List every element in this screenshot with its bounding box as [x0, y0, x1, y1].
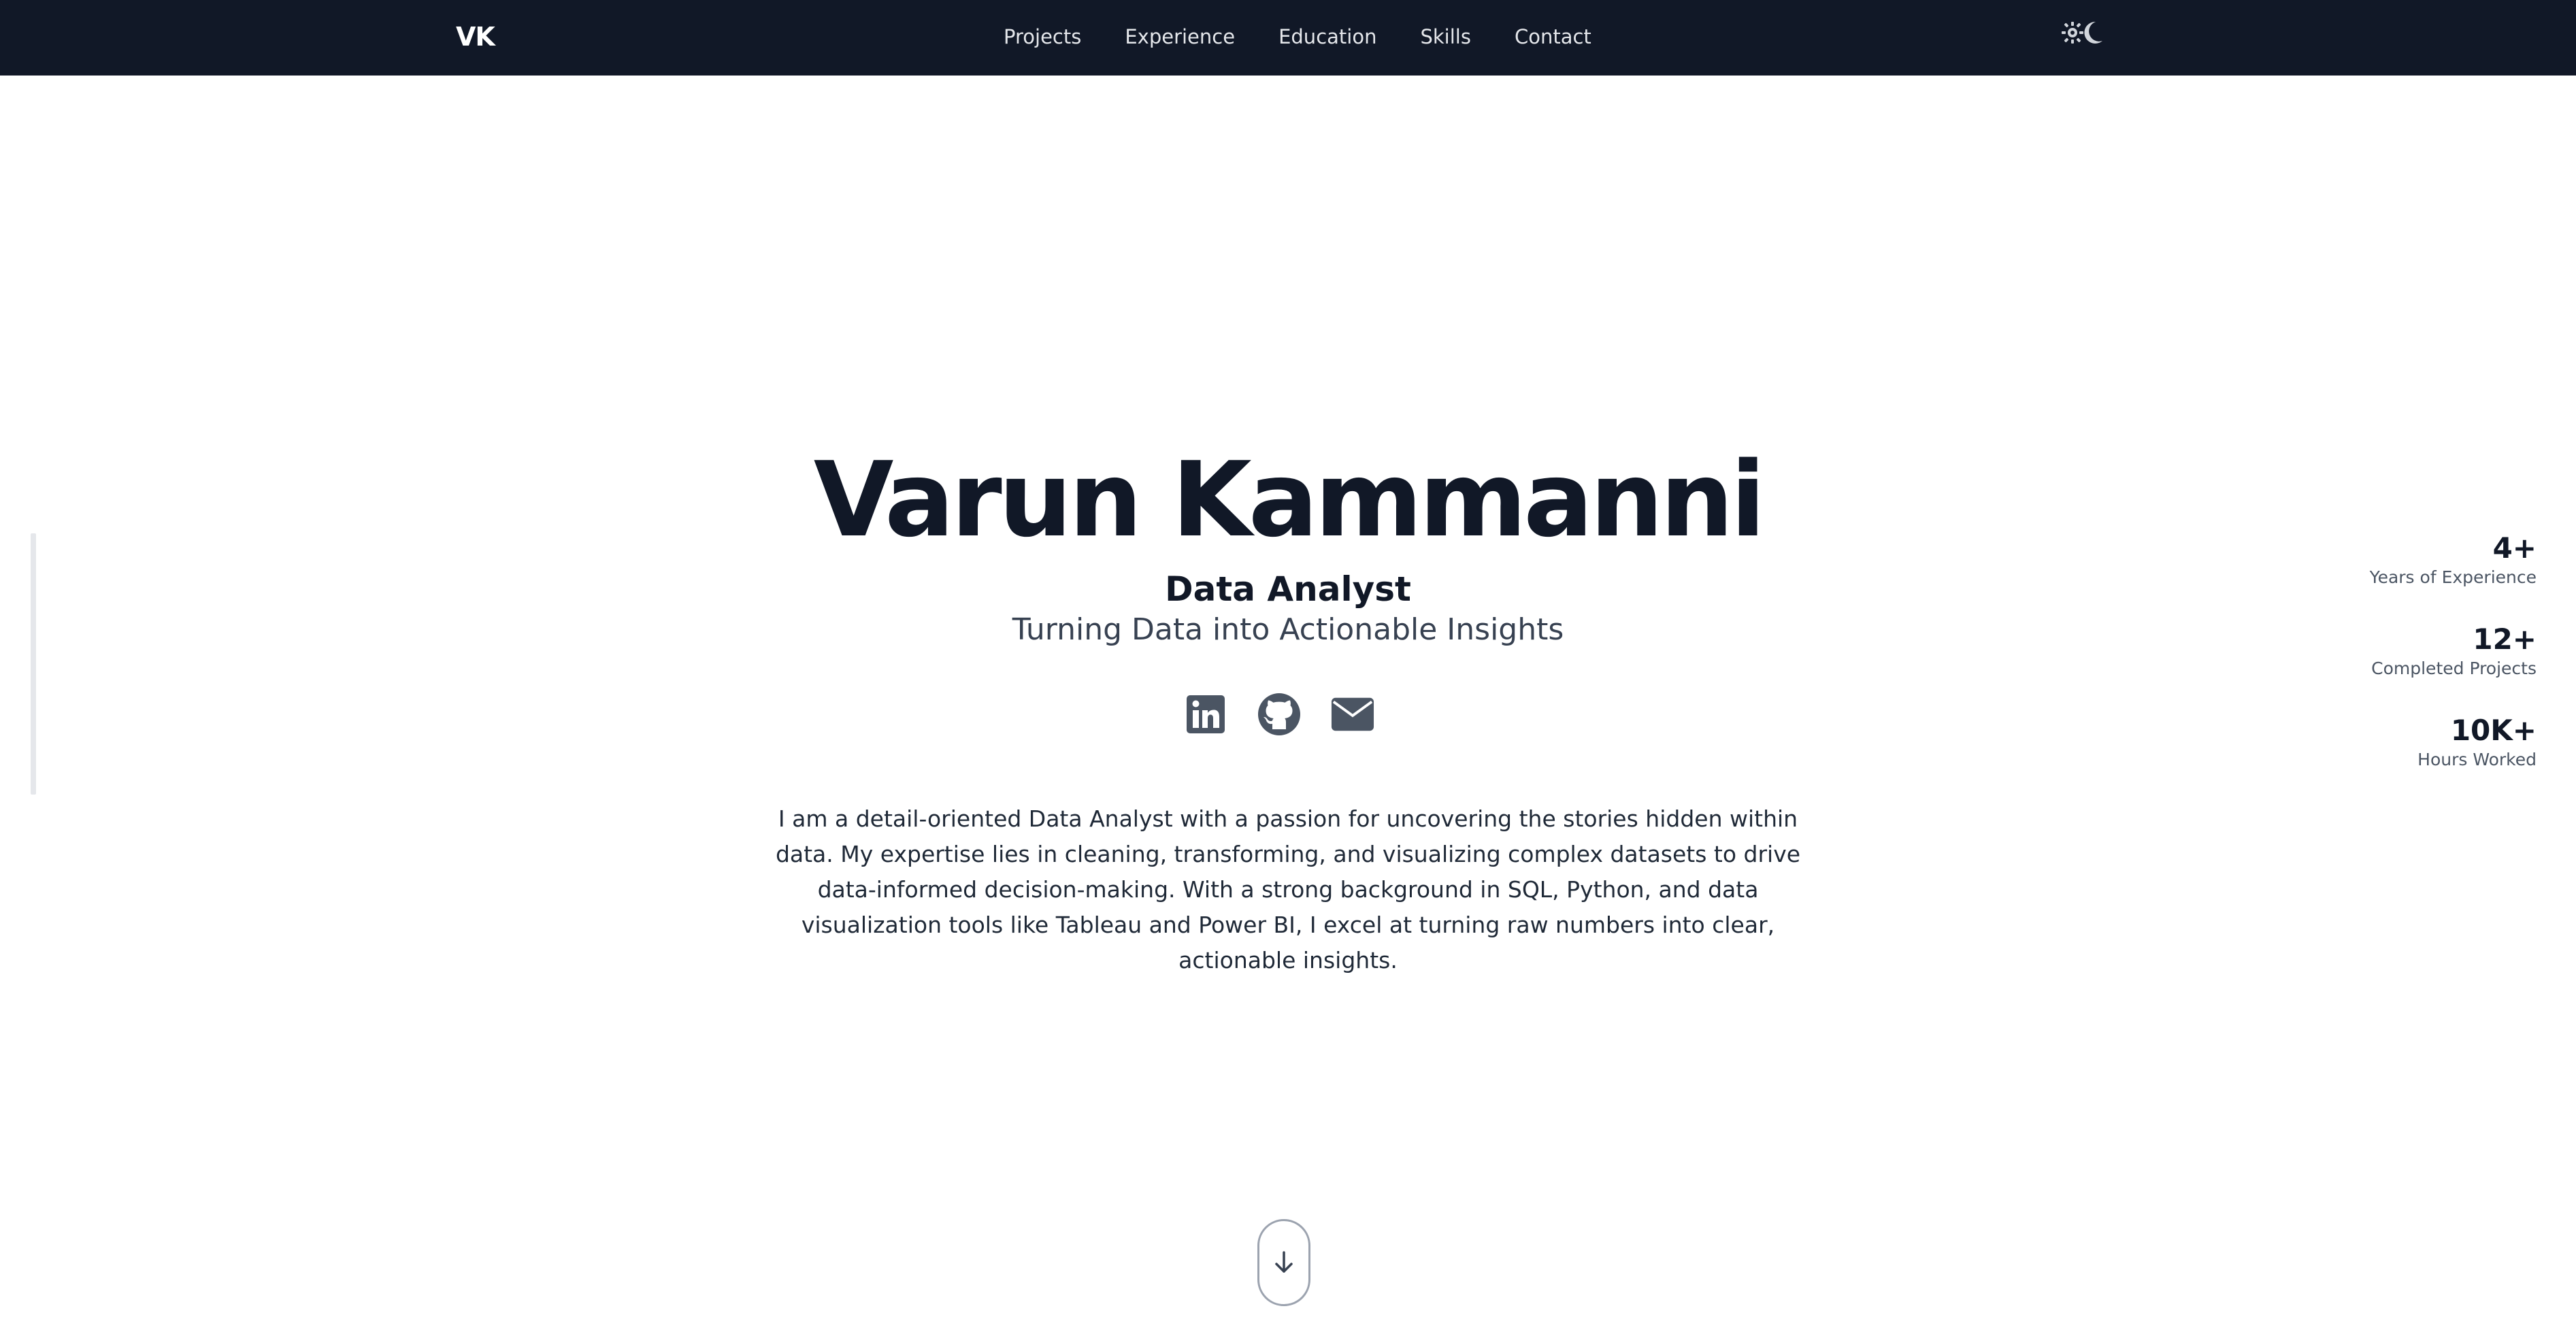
stat-completed-projects: 12+ Completed Projects	[2264, 622, 2537, 680]
theme-toggle-button[interactable]	[2062, 18, 2104, 48]
nav-link-projects[interactable]: Projects	[1004, 16, 1081, 57]
stat-label: Completed Projects	[2371, 659, 2537, 678]
github-link[interactable]	[1257, 693, 1301, 736]
github-icon	[1258, 693, 1300, 735]
stat-hours-worked: 10K+ Hours Worked	[2264, 713, 2537, 771]
stat-value: 12+	[2473, 622, 2537, 656]
hero-bio: I am a detail-oriented Data Analyst with…	[775, 805, 1801, 973]
nav-link-education[interactable]: Education	[1278, 16, 1376, 57]
hero-name: Varun Kammanni	[813, 439, 1766, 560]
hero-role: Data Analyst	[1165, 569, 1411, 609]
nav-link-contact[interactable]: Contact	[1515, 16, 1591, 57]
linkedin-icon	[1187, 695, 1225, 733]
stat-value: 10K+	[2450, 714, 2537, 747]
stat-label: Hours Worked	[2417, 750, 2537, 769]
nav-link-skills[interactable]: Skills	[1420, 16, 1470, 57]
hero-tagline: Turning Data into Actionable Insights	[1012, 612, 1564, 647]
scroll-down-button[interactable]	[1257, 1219, 1310, 1306]
nav-links: Projects Experience Education Skills Con…	[1004, 16, 1591, 57]
stat-years-experience: 4+ Years of Experience	[2264, 531, 2537, 589]
arrow-down-icon	[1275, 1251, 1293, 1273]
stat-value: 4+	[2492, 531, 2537, 565]
stat-label: Years of Experience	[2369, 567, 2537, 587]
sun-moon-icon	[2062, 21, 2102, 44]
site-logo[interactable]: VK	[456, 16, 495, 57]
linkedin-link[interactable]	[1184, 693, 1227, 736]
email-link[interactable]	[1331, 693, 1374, 736]
email-icon	[1331, 697, 1374, 731]
social-links	[1184, 691, 1374, 737]
navbar: VK Projects Experience Education Skills …	[0, 0, 2576, 76]
nav-link-experience[interactable]: Experience	[1125, 16, 1235, 57]
stats-panel: 4+ Years of Experience 12+ Completed Pro…	[2264, 531, 2537, 804]
